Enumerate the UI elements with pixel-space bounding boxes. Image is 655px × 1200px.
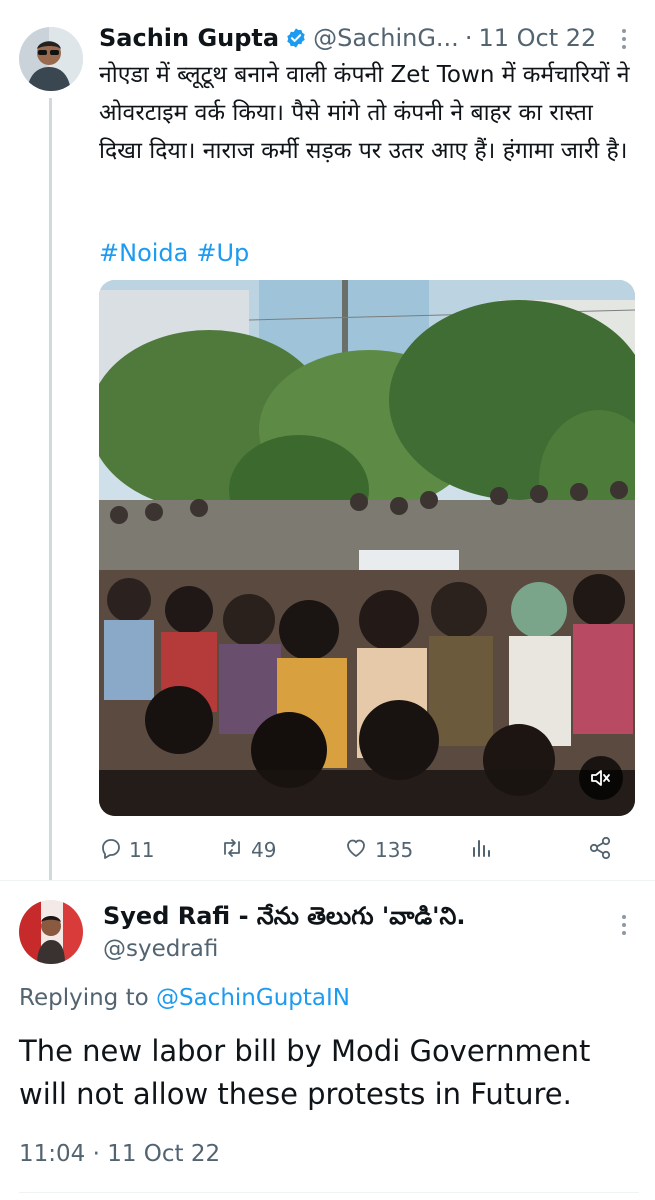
reply-author-handle[interactable]: @syedrafi	[103, 932, 218, 966]
verified-badge-icon	[285, 27, 307, 49]
hashtag-link[interactable]: #Noida	[99, 239, 188, 267]
retweet-button[interactable]: 49	[219, 832, 276, 868]
reply-icon	[99, 836, 123, 865]
share-button[interactable]	[587, 832, 613, 868]
avatar[interactable]	[19, 900, 83, 964]
views-icon	[469, 836, 493, 865]
tweet-video[interactable]	[99, 280, 635, 816]
video-frame	[99, 280, 635, 816]
views-button[interactable]	[469, 832, 493, 868]
heart-icon	[343, 836, 369, 865]
tweet-actions: 11 49 135	[99, 832, 629, 868]
retweet-count: 49	[251, 838, 277, 862]
share-icon	[587, 835, 613, 866]
avatar[interactable]	[19, 27, 83, 91]
like-count: 135	[375, 838, 414, 862]
thread-connector-line	[49, 98, 52, 880]
reply-count: 11	[129, 838, 155, 862]
author-name[interactable]: Sachin Gupta	[99, 24, 279, 52]
like-button[interactable]: 135	[343, 832, 413, 868]
separator-dot: ·	[464, 24, 473, 52]
separator-dot: ·	[92, 1141, 100, 1167]
reply-time: 11:04	[19, 1141, 86, 1167]
reply-author-name[interactable]: Syed Rafi - నేను తెలుగు 'వాడి'ని.	[103, 898, 465, 934]
speaker-muted-icon[interactable]	[579, 756, 623, 800]
divider	[19, 1192, 639, 1193]
more-icon[interactable]	[612, 910, 636, 940]
more-icon[interactable]	[612, 24, 636, 54]
author-handle[interactable]: @SachinG...	[313, 24, 459, 52]
hashtag-list: #Noida #Up	[99, 234, 257, 272]
replying-label: Replying to	[19, 985, 149, 1011]
replying-to: Replying to @SachinGuptaIN	[19, 980, 350, 1016]
tweet-date[interactable]: 11 Oct 22	[478, 24, 596, 52]
replying-mention-link[interactable]: @SachinGuptaIN	[156, 985, 350, 1011]
tweet-text: नोएडा में ब्लूटूथ बनाने वाली कंपनी Zet T…	[99, 62, 630, 164]
reply-text: The new labor bill by Modi Government wi…	[19, 1034, 591, 1111]
tweet-header: Sachin Gupta @SachinG... · 11 Oct 22	[99, 20, 639, 56]
reply-timestamp[interactable]: 11:04 · 11 Oct 22	[19, 1136, 220, 1172]
retweet-icon	[219, 836, 245, 865]
hashtag-link[interactable]: #Up	[196, 239, 249, 267]
reply-button[interactable]: 11	[99, 832, 154, 868]
divider	[0, 880, 655, 881]
reply-date: 11 Oct 22	[107, 1141, 221, 1167]
